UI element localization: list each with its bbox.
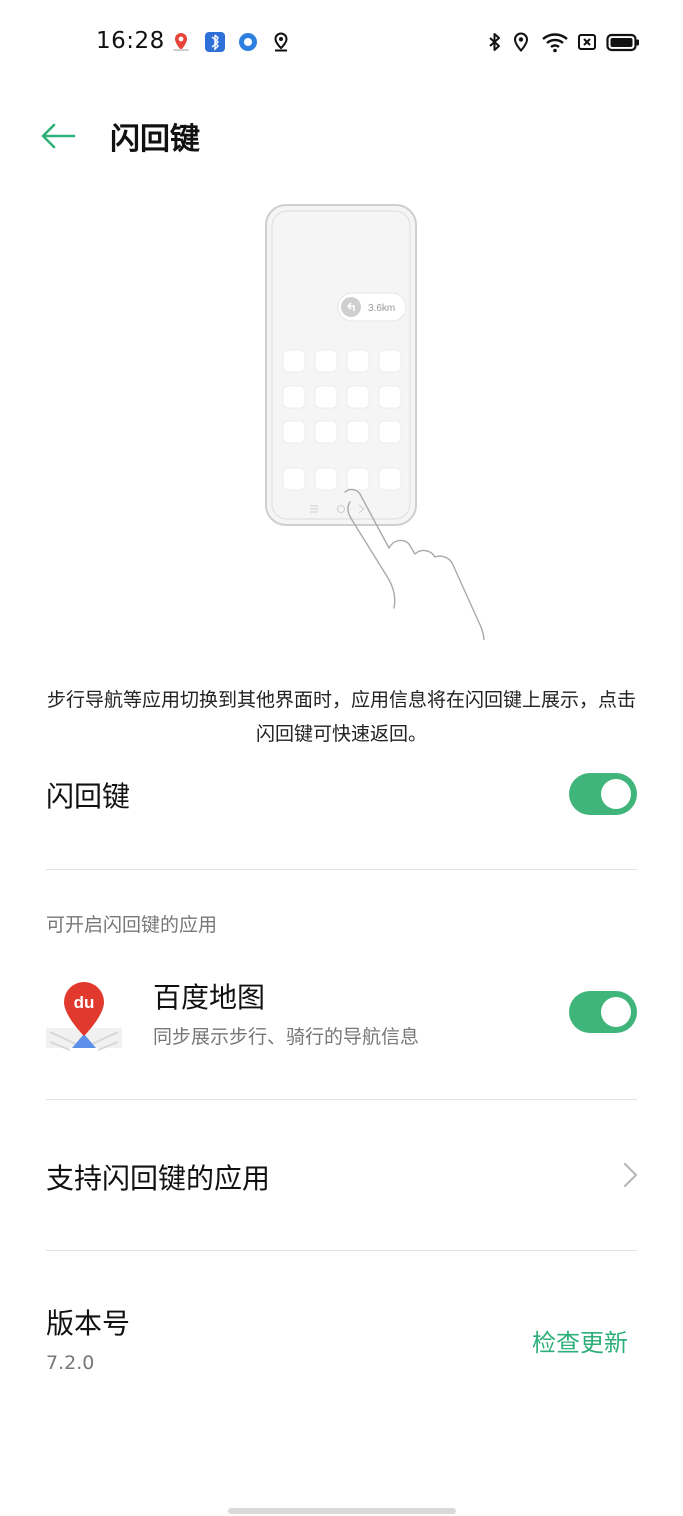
circle-app-icon	[237, 31, 259, 53]
bluetooth-icon	[484, 31, 506, 53]
flashback-toggle[interactable]	[569, 773, 637, 815]
status-time: 16:28	[96, 28, 165, 54]
baidu-map-icon: du	[46, 980, 122, 1052]
map-pin-app-icon	[170, 31, 192, 53]
divider	[46, 1250, 637, 1251]
supported-apps-row[interactable]: 支持闪回键的应用	[0, 1100, 683, 1250]
flashback-toggle-label: 闪回键	[46, 780, 131, 813]
version-value: 7.2.0	[46, 1352, 95, 1374]
page-title: 闪回键	[110, 122, 200, 157]
home-indicator[interactable]	[228, 1508, 456, 1514]
battery-icon	[606, 31, 640, 53]
location-icon	[270, 31, 292, 53]
toggle-knob	[601, 779, 631, 809]
supported-apps-label: 支持闪回键的应用	[46, 1162, 271, 1195]
wifi-icon	[541, 31, 569, 53]
description-text: 步行导航等应用切换到其他界面时，应用信息将在闪回键上展示，点击闪回键可快速返回。	[46, 689, 636, 745]
back-button[interactable]	[38, 116, 78, 156]
toggle-knob	[601, 997, 631, 1027]
chevron-right-icon	[617, 1160, 641, 1190]
apps-section-label: 可开启闪回键的应用	[46, 914, 218, 936]
illustration: 3.6km	[255, 200, 515, 662]
check-update-button[interactable]: 检查更新	[532, 1323, 628, 1358]
version-label: 版本号	[46, 1307, 131, 1340]
divider	[46, 869, 637, 870]
baidu-map-logo-text: du	[74, 993, 95, 1012]
app-name: 百度地图	[153, 981, 266, 1014]
baidu-map-toggle[interactable]	[569, 991, 637, 1033]
sim-icon	[576, 31, 598, 53]
app-subtitle: 同步展示步行、骑行的导航信息	[153, 1026, 420, 1048]
arrow-left-icon	[41, 123, 76, 149]
distance-chip: 3.6km	[368, 303, 395, 314]
location-status-icon	[510, 31, 532, 53]
bluetooth-app-icon	[204, 31, 226, 53]
